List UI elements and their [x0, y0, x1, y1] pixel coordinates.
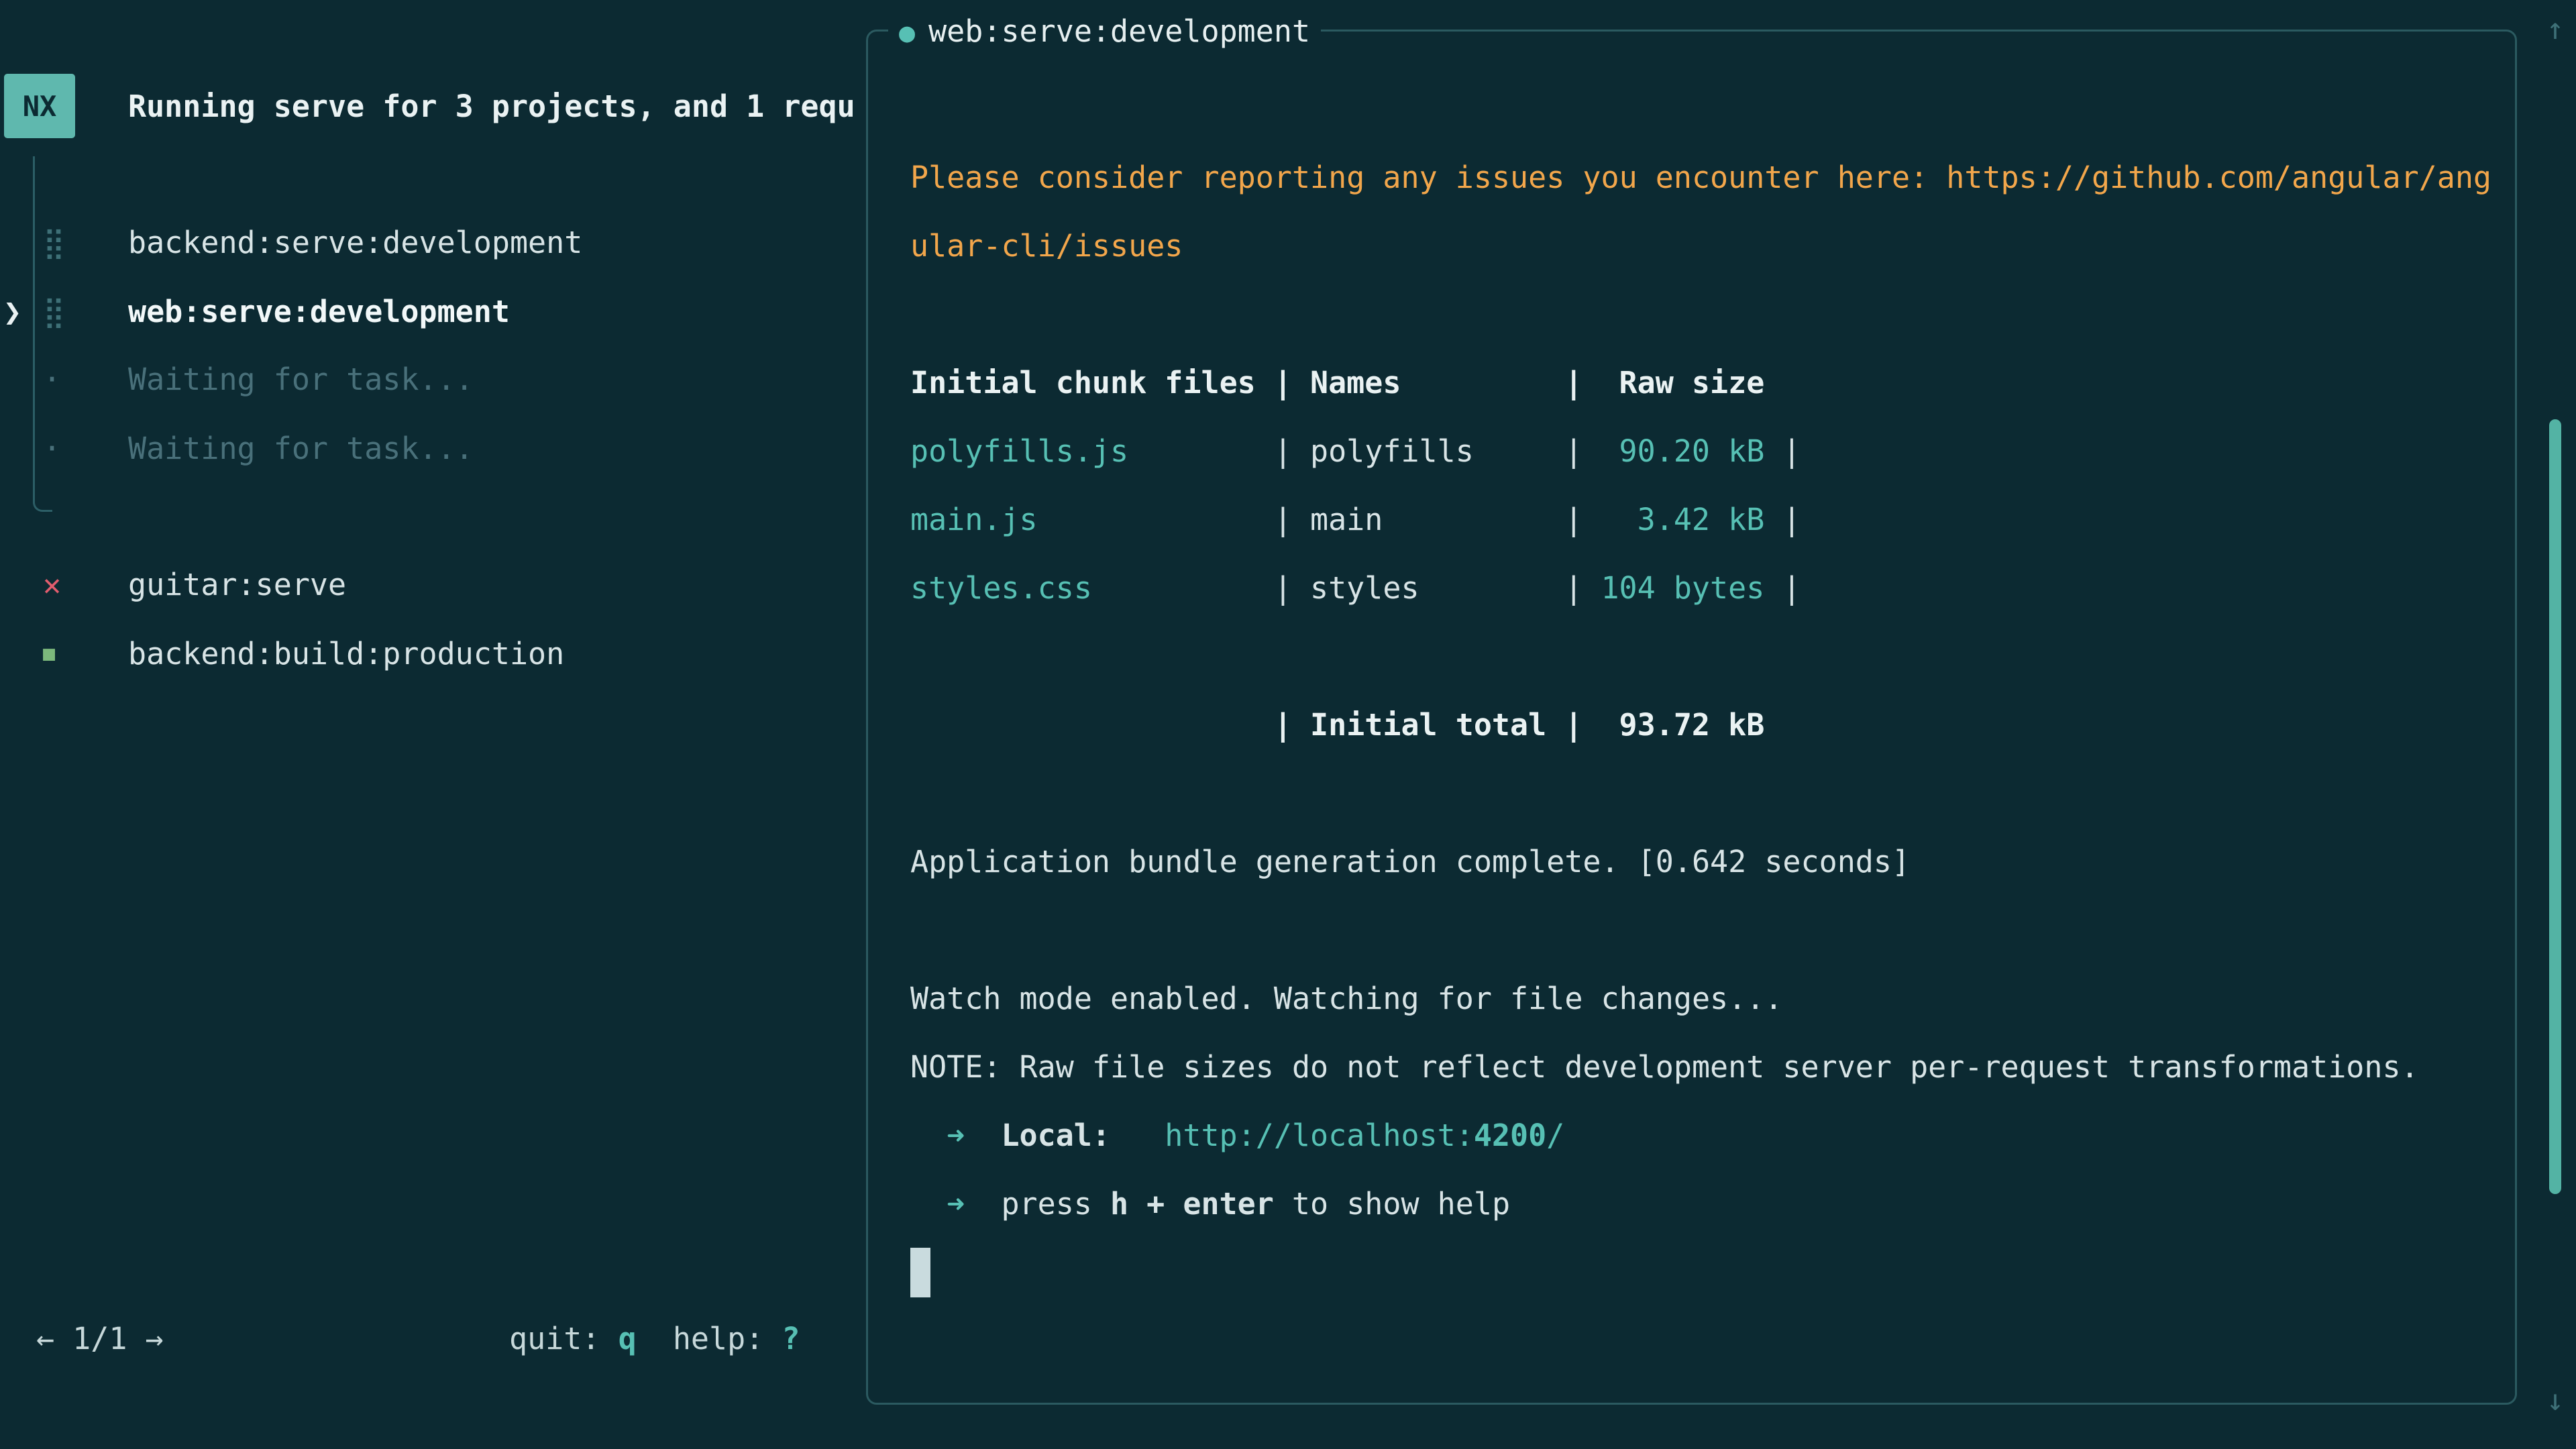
local-server-line: ➜ Local: http://localhost:4200/	[910, 1102, 2502, 1170]
help-hint-line: ➜ press h + enter to show help	[910, 1170, 2502, 1238]
chunk-name: main	[1292, 486, 1564, 554]
pipe-separator: |	[1564, 554, 1582, 623]
chunk-table-row: styles.css | styles | 104 bytes |	[910, 554, 2502, 623]
pipe-separator: |	[1274, 554, 1292, 623]
pipe-separator: |	[1564, 417, 1582, 486]
chunk-size: 104 bytes	[1582, 554, 1764, 623]
chunk-file-name: styles.css	[910, 554, 1274, 623]
chunk-file-name: polyfills.js	[910, 417, 1274, 486]
help-key: ?	[782, 1321, 800, 1356]
task-label: guitar:serve	[128, 551, 346, 619]
scrollbar-thumb[interactable]	[2549, 419, 2561, 1194]
local-label: Local:	[1001, 1118, 1110, 1153]
pipe-separator: |	[1764, 554, 1801, 623]
table-tail	[1764, 691, 1801, 759]
waiting-dot-icon: ·	[43, 345, 61, 414]
chunk-size: 90.20 kB	[1582, 417, 1764, 486]
pipe-separator: |	[1564, 691, 1582, 759]
output-scrollbar[interactable]: ↑ ↓	[2540, 0, 2571, 1449]
task-label: web:serve:development	[128, 278, 510, 346]
task-output-panel: ●web:serve:development Please consider r…	[866, 30, 2517, 1405]
url-host: http://localhost:	[1165, 1118, 1474, 1153]
task-item-web-serve-selected[interactable]: ❯ ⣿ web:serve:development	[0, 278, 866, 346]
arrow-right-icon: ➜	[947, 1186, 965, 1222]
scroll-up-icon[interactable]: ↑	[2540, 9, 2571, 50]
hint-gap	[637, 1321, 673, 1356]
chunk-name: polyfills	[1292, 417, 1564, 486]
terminal-output: Please consider reporting any issues you…	[910, 144, 2502, 1316]
blank-line	[910, 759, 2502, 828]
task-item-guitar-serve[interactable]: ✕ guitar:serve	[0, 551, 866, 619]
task-label: Waiting for task...	[128, 345, 474, 414]
spinner-icon: ⣿	[43, 209, 65, 277]
panel-title: ● web:serve:development	[888, 0, 1321, 66]
total-label: Initial total	[1292, 691, 1564, 759]
local-url-link[interactable]: http://localhost:4200/	[1165, 1118, 1564, 1153]
chunk-table-total-row: | Initial total | 93.72 kB	[910, 691, 2502, 759]
selection-caret-icon: ❯	[3, 278, 21, 346]
quit-key: q	[619, 1321, 637, 1356]
col-header-files: Initial chunk files	[910, 349, 1274, 417]
table-tail	[1764, 349, 1801, 417]
cursor-line	[910, 1248, 2502, 1316]
issue-notice-line-2: ular-cli/issues	[910, 212, 2502, 280]
task-label: backend:build:production	[128, 620, 564, 688]
quit-hint-label: quit:	[509, 1321, 619, 1356]
task-item-waiting-1[interactable]: · Waiting for task...	[0, 345, 866, 414]
pipe-separator: |	[1274, 417, 1292, 486]
task-label: backend:serve:development	[128, 209, 582, 277]
pipe-separator: |	[1564, 486, 1582, 554]
failed-x-icon: ✕	[43, 551, 61, 619]
pipe-separator: |	[1764, 417, 1801, 486]
chunk-file-name: main.js	[910, 486, 1274, 554]
blank-line	[910, 623, 2502, 691]
terminal-cursor	[910, 1248, 930, 1297]
chunk-name: styles	[1292, 554, 1564, 623]
task-item-backend-serve[interactable]: ⣿ backend:serve:development	[0, 209, 866, 277]
col-header-size: Raw size	[1582, 349, 1764, 417]
help-keys: h + enter	[1110, 1186, 1274, 1222]
pipe-separator: |	[1274, 486, 1292, 554]
blank-line	[910, 896, 2502, 965]
page-indicator[interactable]: ← 1/1 →	[36, 1305, 164, 1373]
chunk-size: 3.42 kB	[1582, 486, 1764, 554]
sidebar-title: Running serve for 3 projects, and 1 requ	[128, 72, 855, 141]
pipe-separator: |	[1274, 691, 1292, 759]
waiting-dot-icon: ·	[43, 415, 61, 483]
pipe-separator: |	[1274, 349, 1292, 417]
press-text: press	[1001, 1186, 1110, 1222]
task-item-backend-build[interactable]: ■ backend:build:production	[0, 620, 866, 688]
chunk-table-header: Initial chunk files | Names | Raw size	[910, 349, 2502, 417]
help-suffix: to show help	[1274, 1186, 1510, 1222]
task-item-waiting-2[interactable]: · Waiting for task...	[0, 415, 866, 483]
success-square-icon: ■	[43, 620, 55, 688]
chunk-table-row: main.js | main | 3.42 kB |	[910, 486, 2502, 554]
col-header-names: Names	[1292, 349, 1564, 417]
issue-notice-line-1: Please consider reporting any issues you…	[910, 144, 2502, 212]
url-port: 4200	[1474, 1118, 1546, 1153]
task-label: Waiting for task...	[128, 415, 474, 483]
raw-size-note: NOTE: Raw file sizes do not reflect deve…	[910, 1033, 2502, 1102]
keyboard-hints: quit: q help: ?	[509, 1305, 800, 1373]
empty-cell	[910, 691, 1274, 759]
bundle-complete-message: Application bundle generation complete. …	[910, 828, 2502, 896]
chunk-table-row: polyfills.js | polyfills | 90.20 kB |	[910, 417, 2502, 486]
pipe-separator: |	[1764, 486, 1801, 554]
spacer	[1110, 1118, 1165, 1153]
url-slash: /	[1546, 1118, 1564, 1153]
spinner-icon: ⣿	[43, 278, 65, 346]
blank-line	[910, 280, 2502, 349]
total-size: 93.72 kB	[1582, 691, 1764, 759]
watch-mode-message: Watch mode enabled. Watching for file ch…	[910, 965, 2502, 1033]
panel-title-text: web:serve:development	[928, 13, 1310, 49]
nx-logo-badge: NX	[4, 74, 75, 138]
arrow-right-icon: ➜	[947, 1118, 965, 1153]
running-dot-icon: ●	[899, 17, 915, 48]
scroll-down-icon[interactable]: ↓	[2540, 1381, 2571, 1421]
task-sidebar: NX Running serve for 3 projects, and 1 r…	[0, 0, 866, 1449]
help-hint-label: help:	[673, 1321, 782, 1356]
pipe-separator: |	[1564, 349, 1582, 417]
